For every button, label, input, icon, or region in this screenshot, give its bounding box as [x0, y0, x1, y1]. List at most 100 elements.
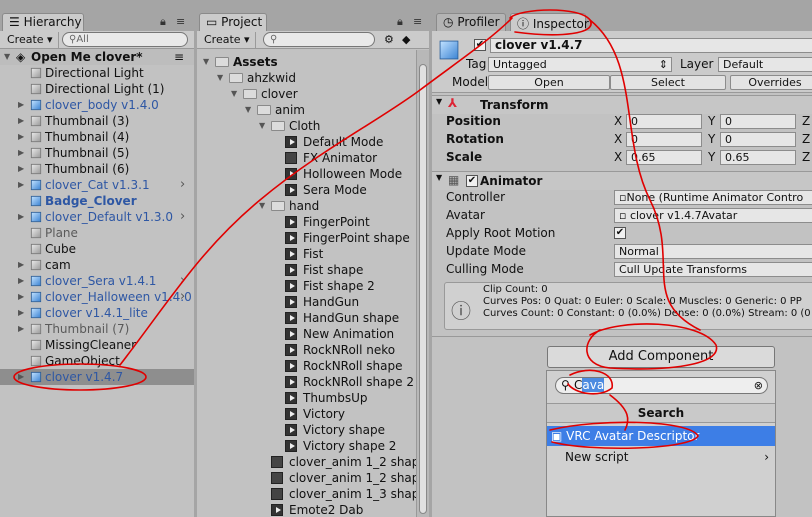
- y-value-input[interactable]: 0.65: [720, 150, 796, 165]
- expand-arrow-icon[interactable]: ▼: [4, 49, 10, 65]
- open-button[interactable]: Open: [488, 75, 610, 90]
- project-item[interactable]: ▼ hand: [197, 198, 429, 214]
- hierarchy-item[interactable]: ▶ clover_Halloween v1.4.0 ›: [0, 289, 194, 305]
- object-name-input[interactable]: clover v1.4.7: [490, 38, 812, 53]
- add-component-button[interactable]: Add Component: [547, 346, 775, 368]
- hierarchy-item[interactable]: ▶ Thumbnail (7): [0, 321, 194, 337]
- lock-icon[interactable]: 🔒︎: [397, 15, 403, 29]
- project-item[interactable]: Holloween Mode: [197, 166, 429, 182]
- tab-profiler[interactable]: ◷ Profiler: [436, 13, 506, 31]
- project-item[interactable]: Fist shape 2: [197, 278, 429, 294]
- chevron-right-icon[interactable]: ›: [180, 289, 185, 305]
- tag-dropdown[interactable]: Untagged ⇕: [488, 57, 672, 72]
- hierarchy-item[interactable]: GameObject: [0, 353, 194, 369]
- root-motion-checkbox[interactable]: ✔: [614, 227, 626, 239]
- hierarchy-item[interactable]: ▶ Thumbnail (4): [0, 129, 194, 145]
- controller-field[interactable]: ▫None (Runtime Animator Contro: [614, 190, 812, 205]
- expand-arrow-icon[interactable]: ▼: [259, 198, 265, 214]
- project-item[interactable]: FingerPoint shape: [197, 230, 429, 246]
- hierarchy-item[interactable]: ▶ clover v1.4.1_lite: [0, 305, 194, 321]
- animator-enabled-checkbox[interactable]: ✔: [466, 175, 478, 187]
- scene-row[interactable]: ▼ ◈ Open Me clover* ≡: [0, 49, 194, 65]
- expand-arrow-icon[interactable]: ▶: [18, 129, 24, 145]
- active-checkbox[interactable]: ✔: [474, 39, 486, 51]
- overrides-dropdown[interactable]: Overrides: [730, 75, 812, 90]
- project-item[interactable]: Emote2 Dab: [197, 502, 429, 517]
- project-item[interactable]: RockNRoll shape: [197, 358, 429, 374]
- project-item[interactable]: ▼ ahzkwid: [197, 70, 429, 86]
- expand-arrow-icon[interactable]: ▶: [18, 257, 24, 273]
- project-item[interactable]: clover_anim 1_2 shap: [197, 454, 429, 470]
- lock-icon[interactable]: 🔒︎: [160, 15, 166, 29]
- expand-arrow-icon[interactable]: ▼: [259, 118, 265, 134]
- expand-arrow-icon[interactable]: ▶: [18, 273, 24, 289]
- project-item[interactable]: Victory shape: [197, 422, 429, 438]
- expand-arrow-icon[interactable]: ▶: [18, 321, 24, 337]
- expand-arrow-icon[interactable]: ▶: [18, 305, 24, 321]
- expand-arrow-icon[interactable]: ▶: [18, 289, 24, 305]
- project-item[interactable]: Fist shape: [197, 262, 429, 278]
- scene-menu-icon[interactable]: ≡: [174, 49, 184, 65]
- project-item[interactable]: clover_anim 1_3 shap: [197, 486, 429, 502]
- project-search-input[interactable]: ⚲: [263, 32, 375, 47]
- filter-label-icon[interactable]: ◆: [397, 32, 415, 48]
- tab-menu-icon[interactable]: ≡: [413, 15, 422, 28]
- transform-header[interactable]: ▼ ⅄ Transform: [432, 95, 812, 114]
- project-item[interactable]: FingerPoint: [197, 214, 429, 230]
- scrollbar-thumb[interactable]: [419, 64, 427, 514]
- project-item[interactable]: Default Mode: [197, 134, 429, 150]
- culling-mode-dropdown[interactable]: Cull Update Transforms: [614, 262, 812, 277]
- update-mode-dropdown[interactable]: Normal: [614, 244, 812, 259]
- hierarchy-item[interactable]: Plane: [0, 225, 194, 241]
- search-result-vrc-avatar-descriptor[interactable]: ▣ VRC Avatar Descriptor: [547, 426, 775, 446]
- create-dropdown[interactable]: Create ▾: [2, 32, 59, 48]
- tab-hierarchy[interactable]: ☰ Hierarchy: [2, 13, 84, 31]
- expand-arrow-icon[interactable]: ▶: [18, 177, 24, 193]
- project-item[interactable]: Sera Mode: [197, 182, 429, 198]
- x-value-input[interactable]: 0: [626, 114, 702, 129]
- hierarchy-item[interactable]: Directional Light: [0, 65, 194, 81]
- project-item[interactable]: ▼ Assets: [197, 54, 429, 70]
- hierarchy-item[interactable]: Badge_Clover: [0, 193, 194, 209]
- project-item[interactable]: HandGun: [197, 294, 429, 310]
- hierarchy-item[interactable]: ▶ clover v1.4.7: [0, 369, 194, 385]
- new-script-item[interactable]: New script ›: [547, 447, 775, 467]
- hierarchy-item[interactable]: ▶ clover_Cat v1.3.1 ›: [0, 177, 194, 193]
- chevron-right-icon[interactable]: ›: [180, 209, 185, 225]
- expand-arrow-icon[interactable]: ▶: [18, 97, 24, 113]
- project-item[interactable]: ▼ clover: [197, 86, 429, 102]
- project-item[interactable]: New Animation: [197, 326, 429, 342]
- expand-arrow-icon[interactable]: ▶: [18, 145, 24, 161]
- hierarchy-item[interactable]: Directional Light (1): [0, 81, 194, 97]
- hierarchy-item[interactable]: MissingCleaner: [0, 337, 194, 353]
- tab-menu-icon[interactable]: ≡: [176, 15, 185, 28]
- project-item[interactable]: clover_anim 1_2 shap: [197, 470, 429, 486]
- hierarchy-item[interactable]: ▶ Thumbnail (3): [0, 113, 194, 129]
- project-item[interactable]: FX Animator: [197, 150, 429, 166]
- create-dropdown[interactable]: Create ▾: [199, 32, 256, 48]
- chevron-right-icon[interactable]: ›: [180, 273, 185, 289]
- project-scrollbar[interactable]: [416, 50, 429, 517]
- expand-arrow-icon[interactable]: ▼: [245, 102, 251, 118]
- hierarchy-item[interactable]: ▶ clover_Default v1.3.0 ›: [0, 209, 194, 225]
- hierarchy-item[interactable]: ▶ clover_body v1.4.0: [0, 97, 194, 113]
- tab-project[interactable]: ▭ Project: [199, 13, 267, 31]
- expand-arrow-icon[interactable]: ▶: [18, 113, 24, 129]
- chevron-right-icon[interactable]: ›: [180, 177, 185, 193]
- filter-type-icon[interactable]: ⚙: [379, 32, 399, 48]
- component-search-input[interactable]: ⚲ Cava ⊗: [555, 377, 768, 394]
- y-value-input[interactable]: 0: [720, 114, 796, 129]
- avatar-field[interactable]: ▫ clover v1.4.7Avatar: [614, 208, 812, 223]
- project-item[interactable]: Fist: [197, 246, 429, 262]
- expand-arrow-icon[interactable]: ▶: [18, 161, 24, 177]
- expand-arrow-icon[interactable]: ▼: [203, 54, 209, 70]
- expand-arrow-icon[interactable]: ▼: [231, 86, 237, 102]
- layer-dropdown[interactable]: Default: [718, 57, 812, 72]
- hierarchy-item[interactable]: ▶ Thumbnail (5): [0, 145, 194, 161]
- expand-arrow-icon[interactable]: ▼: [217, 70, 223, 86]
- project-item[interactable]: RockNRoll shape 2: [197, 374, 429, 390]
- project-item[interactable]: ThumbsUp: [197, 390, 429, 406]
- tab-inspector[interactable]: ⓘ Inspector: [510, 13, 589, 31]
- project-item[interactable]: HandGun shape: [197, 310, 429, 326]
- select-button[interactable]: Select: [610, 75, 726, 90]
